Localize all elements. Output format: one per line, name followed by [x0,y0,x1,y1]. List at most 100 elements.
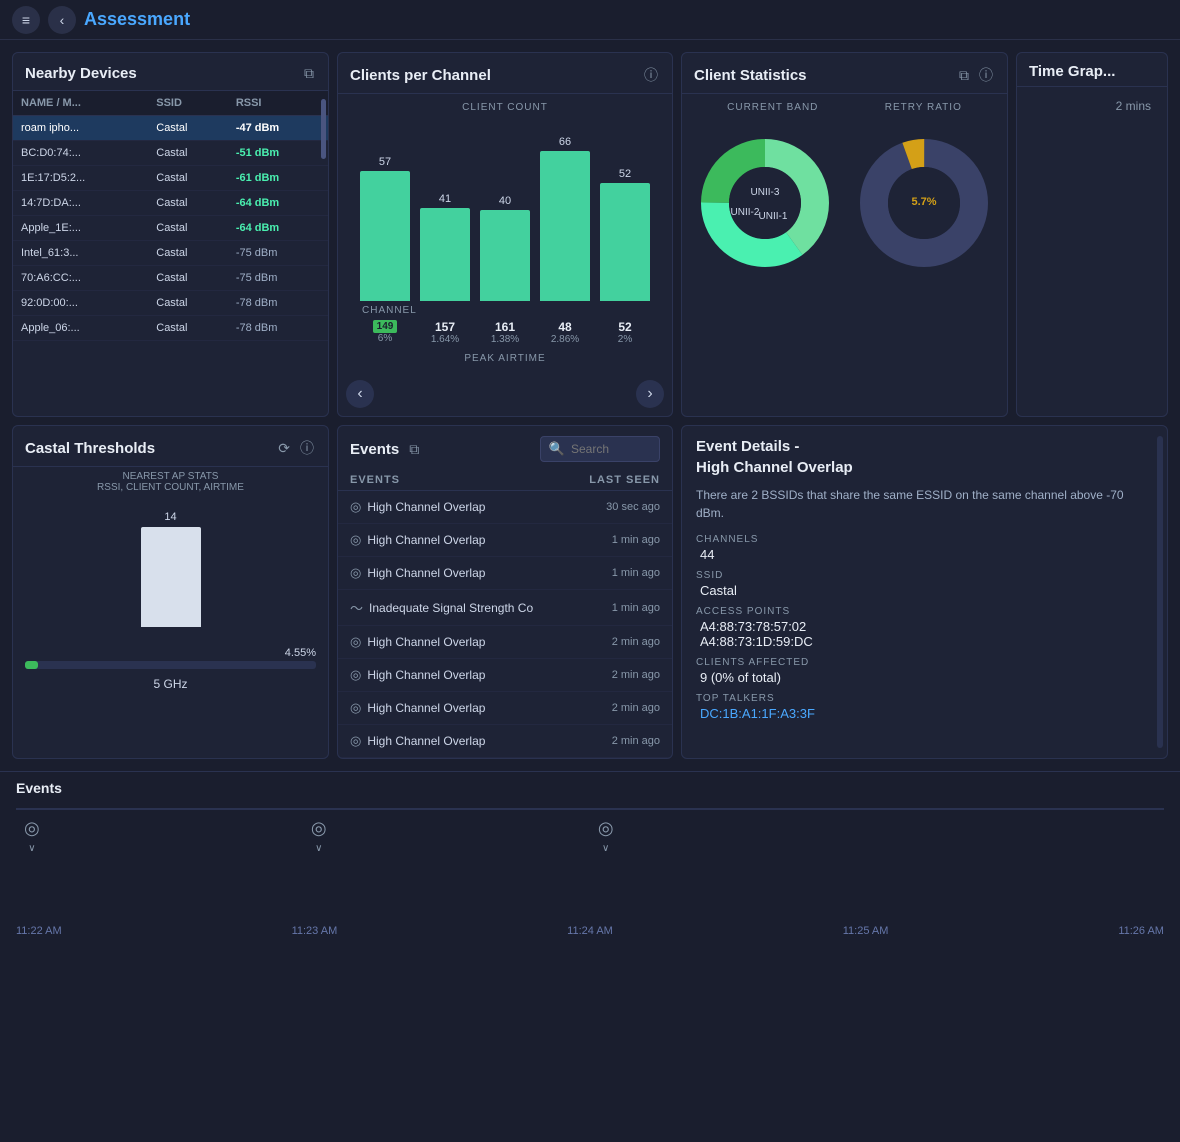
wifi-icon: ◎ [350,499,361,515]
nearby-devices-panel: Nearby Devices ⧉ NAME / M... SSID RSSI r… [12,52,329,417]
events-col-events: EVENTS [350,474,400,486]
table-row[interactable]: Apple_1E:... Castal -64 dBm [13,216,328,241]
event-label: High Channel Overlap [367,533,485,547]
events-header: Events ⧉ 🔍 [338,426,672,470]
band-donut: UNII-3 UNII-2 UNII-1 [695,133,835,273]
nearby-table-wrap: NAME / M... SSID RSSI roam ipho... Casta… [13,91,328,341]
device-rssi: -64 dBm [228,191,328,216]
next-button[interactable]: › [636,380,664,408]
bar-col: 41 [420,193,470,301]
device-ssid: Castal [148,116,228,141]
wifi-event-icon: ◎ [24,818,40,839]
table-row[interactable]: 14:7D:DA:... Castal -64 dBm [13,191,328,216]
bar-count: 66 [559,136,571,148]
ed-scrollbar[interactable] [1157,436,1163,748]
bar-body [600,183,650,301]
prev-button[interactable]: ‹ [346,380,374,408]
events-copy-icon[interactable]: ⧉ [407,439,421,460]
bar-col: 40 [480,195,530,301]
marker-chevron: ∨ [602,843,609,854]
tg-duration: 2 mins [1025,95,1159,117]
cs-copy-icon[interactable]: ⧉ [957,65,971,86]
ed-clients-label: CLIENTS AFFECTED [696,657,1153,668]
ed-talkers-label: TOP TALKERS [696,693,1153,704]
channel-label-group: 157 1.64% [420,320,470,345]
ed-ap1: A4:88:73:78:57:02 [700,619,1153,634]
event-row[interactable]: ◎ High Channel Overlap 1 min ago [338,524,672,557]
col-name: NAME / M... [13,91,148,116]
donut-row: UNII-3 UNII-2 UNII-1 5.7% [694,125,995,281]
col-ssid: SSID [148,91,228,116]
back-button[interactable]: ‹ [48,6,76,34]
events-col-last-seen: LAST SEEN [589,474,660,486]
cpc-header: Clients per Channel ⓘ [338,53,672,94]
bar-rect [141,527,201,627]
ed-ssid-value: Castal [700,583,1153,598]
thresholds-header: Castal Thresholds ⟳ ⓘ [13,426,328,467]
device-rssi: -51 dBm [228,141,328,166]
bar-body [540,151,590,301]
search-input[interactable] [571,442,651,456]
event-name: ◎ High Channel Overlap [350,667,485,683]
band-label: 5 GHz [13,673,328,695]
event-row[interactable]: ◎ High Channel Overlap 30 sec ago [338,491,672,524]
event-row[interactable]: ◎ High Channel Overlap 1 min ago [338,557,672,590]
app-header: ≡ ‹ Assessment [0,0,1180,40]
menu-button[interactable]: ≡ [12,6,40,34]
table-row[interactable]: BC:D0:74:... Castal -51 dBm [13,141,328,166]
channel-num: 149 [373,320,398,333]
device-rssi: -75 dBm [228,241,328,266]
wifi-icon: ◎ [350,667,361,683]
device-name: 92:0D:00:... [13,291,148,316]
bar-body [480,210,530,301]
devices-table: NAME / M... SSID RSSI roam ipho... Casta… [13,91,328,341]
channel-num: 48 [558,320,571,334]
refresh-icon[interactable]: ⟳ [276,438,292,459]
timeline-marker: ◎∨ [311,818,327,854]
timeline-line [16,808,1164,810]
cs-body: CURRENT BAND RETRY RATIO UNII-3 UN [682,94,1007,289]
table-row[interactable]: roam ipho... Castal -47 dBm [13,116,328,141]
device-name: 14:7D:DA:... [13,191,148,216]
event-name: ～ Inadequate Signal Strength Co [350,598,533,617]
device-name: Apple_06:... [13,316,148,341]
bar-body [360,171,410,301]
event-row[interactable]: ～ Inadequate Signal Strength Co 1 min ag… [338,590,672,626]
timeline-marker: ◎∨ [24,818,40,854]
main-grid: Nearby Devices ⧉ NAME / M... SSID RSSI r… [0,40,1180,771]
copy-icon[interactable]: ⧉ [302,63,316,84]
device-ssid: Castal [148,166,228,191]
wifi-icon: ◎ [350,565,361,581]
events-panel: Events ⧉ 🔍 EVENTS LAST SEEN ◎ High Chann… [337,425,673,759]
cs-header: Client Statistics ⧉ ⓘ [682,53,1007,94]
wifi-icon: ◎ [350,733,361,749]
table-row[interactable]: 92:0D:00:... Castal -78 dBm [13,291,328,316]
cpc-info-icon[interactable]: ⓘ [642,63,660,87]
ed-talkers-value[interactable]: DC:1B:A1:1F:A3:3F [700,706,1153,721]
channel-pct: 2.86% [551,334,579,345]
cs-info-icon[interactable]: ⓘ [977,63,995,87]
table-row[interactable]: 70:A6:CC:... Castal -75 dBm [13,266,328,291]
cpc-subtitle: CLIENT COUNT [350,102,660,113]
event-row[interactable]: ◎ High Channel Overlap 2 min ago [338,659,672,692]
table-row[interactable]: Intel_61:3... Castal -75 dBm [13,241,328,266]
wifi-event-icon: ◎ [311,818,327,839]
bar-body [420,208,470,301]
event-label: High Channel Overlap [367,668,485,682]
page-title: Assessment [84,9,190,30]
event-row[interactable]: ◎ High Channel Overlap 2 min ago [338,692,672,725]
device-rssi: -78 dBm [228,316,328,341]
thresholds-info-icon[interactable]: ⓘ [298,436,316,460]
channel-pct: 1.64% [431,334,459,345]
event-name: ◎ High Channel Overlap [350,499,485,515]
tg-header: Time Grap... [1017,53,1167,87]
device-name: roam ipho... [13,116,148,141]
search-box[interactable]: 🔍 [540,436,660,462]
table-row[interactable]: 1E:17:D5:2... Castal -61 dBm [13,166,328,191]
table-row[interactable]: Apple_06:... Castal -78 dBm [13,316,328,341]
device-rssi: -61 dBm [228,166,328,191]
event-row[interactable]: ◎ High Channel Overlap 2 min ago [338,626,672,659]
svg-text:UNII-1: UNII-1 [759,211,788,222]
thresholds-sub1: NEAREST AP STATS RSSI, CLIENT COUNT, AIR… [13,467,328,497]
event-row[interactable]: ◎ High Channel Overlap 2 min ago [338,725,672,758]
